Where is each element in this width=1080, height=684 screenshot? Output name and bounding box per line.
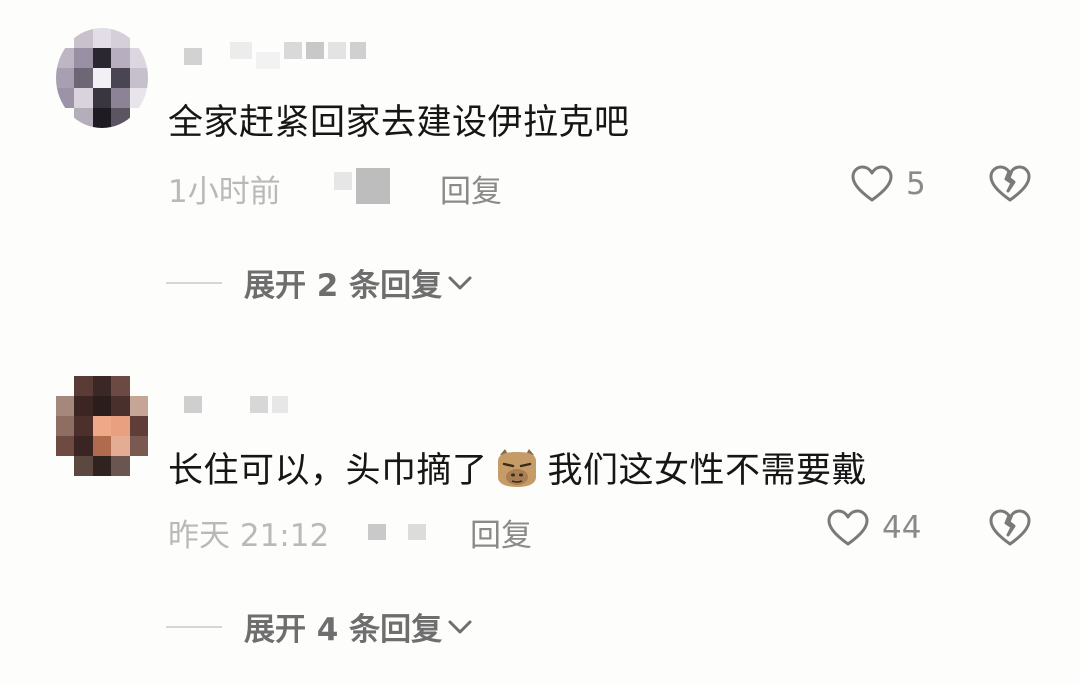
expand-replies-button[interactable]: 展开 4 条回复	[166, 604, 474, 649]
comment-text-part: 我们这女性不需要戴	[547, 451, 868, 491]
heart-outline-icon	[827, 509, 869, 546]
expand-replies-label: 展开 4 条回复	[244, 612, 443, 648]
username-blurred[interactable]	[184, 396, 288, 413]
expand-replies-label: 展开 2 条回复	[244, 268, 443, 304]
comment-time: 昨天 21:12	[168, 518, 330, 554]
comment-text: 长住可以，头巾摘了 我们这女性不需要戴	[168, 442, 867, 493]
reply-button[interactable]: 回复	[470, 510, 532, 555]
divider-line	[166, 281, 222, 284]
location-blurred	[334, 168, 390, 204]
like-count: 5	[906, 166, 926, 202]
chevron-down-icon	[448, 620, 472, 633]
avatar[interactable]	[56, 376, 148, 476]
comment-list: 全家赶紧回家去建设伊拉克吧 1小时前 回复 5 展开 2 条回复 长住可以，头巾…	[0, 0, 1080, 684]
comment-text: 全家赶紧回家去建设伊拉克吧	[168, 103, 630, 143]
heart-outline-icon	[851, 165, 893, 202]
chevron-down-icon	[448, 276, 472, 289]
expand-replies-button[interactable]: 展开 2 条回复	[166, 260, 474, 305]
like-button[interactable]: 44	[826, 508, 921, 548]
like-button[interactable]: 5	[850, 164, 926, 204]
location-blurred	[368, 524, 426, 540]
username-blurred[interactable]	[184, 42, 366, 69]
comment-time: 1小时前	[168, 174, 281, 210]
broken-heart-icon[interactable]	[988, 506, 1032, 550]
reply-button[interactable]: 回复	[440, 166, 502, 211]
avatar[interactable]	[56, 28, 148, 128]
comment-text-part: 长住可以，头巾摘了	[168, 451, 488, 491]
broken-heart-icon[interactable]	[988, 162, 1032, 206]
capybara-face-emoji	[497, 448, 536, 487]
divider-line	[166, 625, 222, 628]
like-count: 44	[882, 510, 922, 546]
